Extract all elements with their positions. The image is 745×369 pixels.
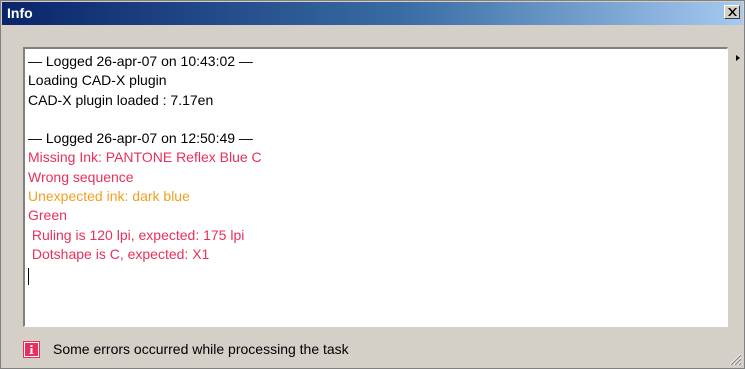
log-line: Ruling is 120 lpi, expected: 175 lpi — [28, 226, 245, 243]
log-line: — Logged 26-apr-07 on 12:50:49 — — [28, 130, 253, 147]
log-text-area[interactable]: — Logged 26-apr-07 on 10:43:02 — Loading … — [23, 47, 728, 327]
text-caret — [28, 267, 29, 285]
log-lines: — Logged 26-apr-07 on 10:43:02 — Loading … — [28, 52, 262, 285]
options-arrow-icon[interactable] — [736, 55, 740, 61]
log-line: CAD-X plugin loaded : 7.17en — [28, 91, 214, 108]
log-line: Wrong sequence — [28, 168, 134, 185]
close-icon — [728, 8, 737, 16]
resize-grip-icon[interactable] — [729, 353, 742, 366]
text-caret-line — [28, 264, 262, 285]
title-bar[interactable]: Info — [2, 2, 743, 25]
log-line: — Logged 26-apr-07 on 10:43:02 — — [28, 53, 253, 69]
log-line: Missing Ink: PANTONE Reflex Blue C — [28, 149, 262, 166]
log-line: Dotshape is C, expected: X1 — [28, 245, 210, 262]
info-window: Info — Logged 26-apr-07 on 10:43:02 — Loa… — [0, 0, 745, 369]
window-title: Info — [7, 5, 33, 21]
close-button[interactable] — [724, 5, 740, 19]
error-info-icon — [23, 341, 40, 358]
status-message: Some errors occurred while processing th… — [53, 341, 349, 357]
log-line: Green — [28, 207, 67, 224]
log-line: Unexpected ink: dark blue — [28, 188, 190, 205]
log-line: Loading CAD-X plugin — [28, 72, 167, 89]
